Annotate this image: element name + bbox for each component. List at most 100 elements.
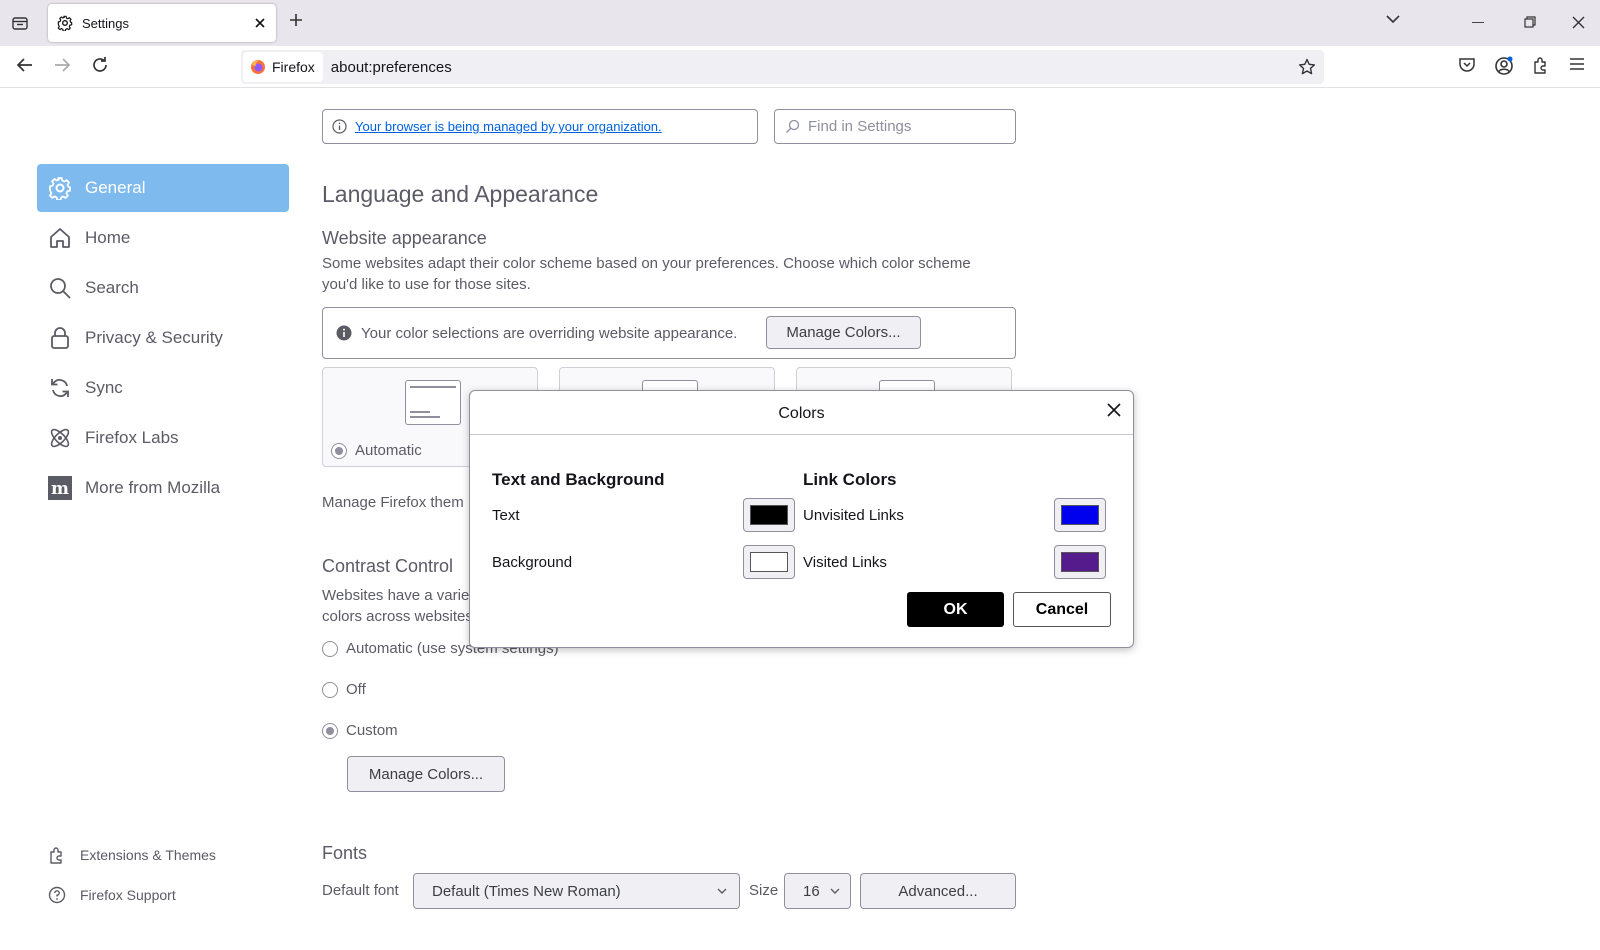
contrast-description-2: colors across websites <box>322 608 473 625</box>
chevron-down-icon[interactable] <box>1386 14 1400 24</box>
unvisited-color-swatch <box>1061 505 1099 525</box>
policy-banner: Your browser is being managed by your or… <box>322 109 758 144</box>
gear-icon <box>57 15 73 31</box>
text-color-picker[interactable] <box>743 498 795 532</box>
website-appearance-heading: Website appearance <box>322 228 487 248</box>
tab-strip: Settings <box>0 0 1600 46</box>
automatic-label: Automatic <box>355 442 422 459</box>
appearance-preview <box>405 380 461 425</box>
navigation-toolbar: Firefox about:preferences <box>0 46 1600 88</box>
font-size-select[interactable]: 16 <box>784 873 851 909</box>
website-appearance-description-2: you'd like to use for those sites. <box>322 276 531 293</box>
sidebar-item-firefox-labs[interactable]: Firefox Labs <box>37 414 289 462</box>
info-filled-icon <box>336 325 352 341</box>
sidebar-item-label: Sync <box>85 378 123 397</box>
radio-icon <box>322 640 338 657</box>
sidebar-item-label: Home <box>85 228 131 247</box>
radio-label: Off <box>346 681 366 698</box>
lock-icon <box>47 325 73 351</box>
sidebar-item-label: Search <box>85 278 139 297</box>
manage-colors-button-top[interactable]: Manage Colors... <box>766 316 921 349</box>
sidebar-item-label: General <box>85 178 146 197</box>
website-appearance-description-1: Some websites adapt their color scheme b… <box>322 255 971 272</box>
sidebar-item-privacy[interactable]: Privacy & Security <box>37 314 289 362</box>
back-icon[interactable] <box>16 56 34 74</box>
close-tab-icon[interactable] <box>254 17 266 29</box>
advanced-fonts-button[interactable]: Advanced... <box>860 873 1016 909</box>
text-color-swatch <box>750 505 788 525</box>
tab-title: Settings <box>82 15 129 31</box>
visited-color-swatch <box>1061 552 1099 572</box>
unvisited-color-picker[interactable] <box>1054 498 1106 532</box>
sidebar-footer-extensions[interactable]: Extensions & Themes <box>48 846 216 864</box>
policy-link[interactable]: Your browser is being managed by your or… <box>355 119 662 134</box>
radio-checked-icon <box>331 442 347 459</box>
tab-settings[interactable]: Settings <box>48 4 276 42</box>
background-color-swatch <box>750 552 788 572</box>
menu-icon[interactable] <box>1569 56 1585 72</box>
sidebar-item-sync[interactable]: Sync <box>37 364 289 412</box>
chevron-down-icon <box>830 888 840 894</box>
section-title: Language and Appearance <box>322 181 599 207</box>
sync-icon <box>47 375 73 401</box>
search-placeholder: Find in Settings <box>808 118 912 135</box>
new-tab-icon[interactable] <box>289 13 303 27</box>
restore-icon[interactable] <box>1524 16 1536 28</box>
radio-icon <box>322 681 338 698</box>
home-icon <box>47 225 73 251</box>
extensions-icon[interactable] <box>1532 56 1550 74</box>
url-bar[interactable]: Firefox about:preferences <box>241 50 1324 84</box>
font-size-label: Size <box>749 882 779 899</box>
sidebar-item-general[interactable]: General <box>37 164 289 212</box>
override-notice-text: Your color selections are overriding web… <box>361 324 738 342</box>
default-font-value: Default (Times New Roman) <box>432 882 621 900</box>
pocket-icon[interactable] <box>1458 56 1476 74</box>
radio-label: Custom <box>346 722 398 739</box>
mozilla-icon: m <box>47 475 73 501</box>
reload-icon[interactable] <box>91 56 109 74</box>
visited-links-label: Visited Links <box>803 554 887 571</box>
unvisited-links-label: Unvisited Links <box>803 507 904 524</box>
sidebar-footer-support[interactable]: Firefox Support <box>48 886 176 904</box>
contrast-description-1: Websites have a varie <box>322 587 470 604</box>
help-icon <box>48 886 66 904</box>
link-colors-heading: Link Colors <box>803 470 897 489</box>
dialog-title: Colors <box>778 405 825 422</box>
automatic-radio[interactable]: Automatic <box>331 442 422 459</box>
default-font-select[interactable]: Default (Times New Roman) <box>413 873 740 909</box>
dialog-divider <box>470 434 1133 435</box>
search-settings-input[interactable]: Find in Settings <box>774 109 1016 144</box>
close-icon[interactable] <box>1107 403 1121 417</box>
account-icon[interactable] <box>1494 56 1514 76</box>
sidebar-item-search[interactable]: Search <box>37 264 289 312</box>
forward-icon[interactable] <box>53 56 71 74</box>
url-text[interactable]: about:preferences <box>331 59 1298 76</box>
tab-list-icon[interactable] <box>8 11 32 35</box>
footer-label: Firefox Support <box>80 887 176 903</box>
identity-box[interactable]: Firefox <box>243 52 323 82</box>
cancel-button[interactable]: Cancel <box>1013 592 1111 627</box>
identity-label: Firefox <box>272 59 315 75</box>
text-color-label: Text <box>492 507 520 524</box>
sidebar-item-label: More from Mozilla <box>85 478 221 497</box>
star-icon[interactable] <box>1298 58 1316 76</box>
firefox-logo-icon <box>250 59 266 75</box>
visited-color-picker[interactable] <box>1054 545 1106 579</box>
contrast-radio-off[interactable]: Off <box>322 681 366 698</box>
svg-text:m: m <box>51 479 69 499</box>
background-color-picker[interactable] <box>743 545 795 579</box>
manage-themes-text: Manage Firefox them <box>322 494 464 511</box>
close-window-icon[interactable] <box>1572 16 1585 29</box>
manage-colors-button[interactable]: Manage Colors... <box>347 756 505 792</box>
ok-button[interactable]: OK <box>907 592 1004 627</box>
sidebar-item-more-from-mozilla[interactable]: m More from Mozilla <box>37 464 289 512</box>
labs-icon <box>47 425 73 451</box>
search-icon <box>47 275 73 301</box>
background-color-label: Background <box>492 554 573 571</box>
sidebar-item-label: Firefox Labs <box>85 428 179 447</box>
info-icon <box>332 119 347 134</box>
minimize-icon[interactable] <box>1472 22 1484 23</box>
contrast-radio-custom[interactable]: Custom <box>322 722 398 739</box>
contrast-heading: Contrast Control <box>322 556 454 576</box>
sidebar-item-home[interactable]: Home <box>37 214 289 262</box>
